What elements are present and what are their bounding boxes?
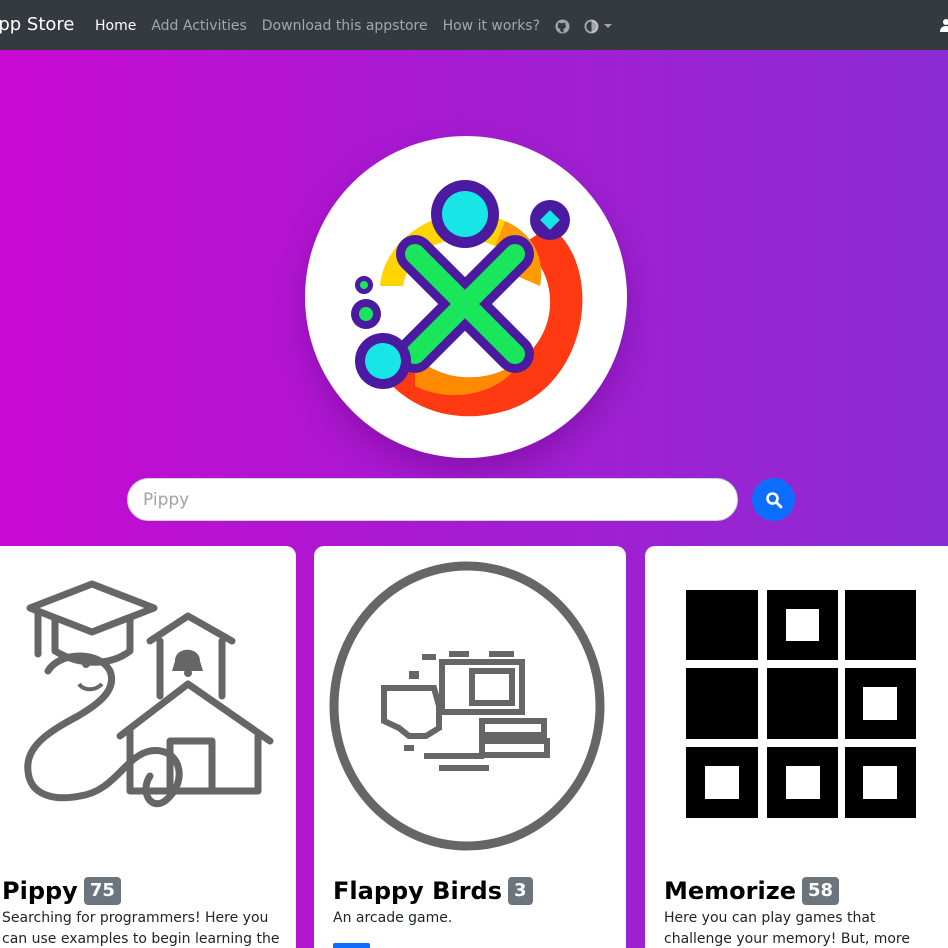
theme-toggle-icon[interactable] [584, 18, 613, 34]
nav-add-activities-link[interactable]: Add Activities [151, 16, 246, 36]
activity-count-badge: 75 [83, 877, 121, 905]
pippy-snake-school-icon [0, 546, 296, 856]
user-icon[interactable] [940, 17, 948, 36]
search-icon [765, 491, 782, 508]
activity-description-pippy: Searching for programmers! Here you can … [2, 910, 280, 947]
nav-how-it-works-link[interactable]: How it works? [443, 16, 540, 36]
search-input[interactable] [127, 478, 738, 521]
search-button[interactable] [752, 478, 795, 521]
sugar-labs-x-logo [305, 136, 627, 458]
nav-home-link[interactable]: Home [95, 16, 136, 36]
chevron-down-icon [604, 24, 613, 28]
activity-title-flappy-birds[interactable]: Flappy Birds 3 [333, 876, 533, 906]
activity-count-badge: 3 [508, 877, 533, 905]
activity-action-button[interactable] [333, 943, 370, 948]
github-icon[interactable] [555, 18, 570, 34]
activity-name: Flappy Birds [333, 877, 502, 905]
flappy-birds-icon [314, 546, 626, 856]
activity-title-pippy[interactable]: Pippy 75 [2, 876, 121, 906]
nav-links: Home Add Activities Download this appsto… [95, 16, 626, 36]
navbar: App Store Home Add Activities Download t… [0, 0, 948, 50]
activity-description-memorize: Here you can play games that challenge y… [664, 910, 910, 947]
nav-download-link[interactable]: Download this appstore [262, 16, 428, 36]
activity-description-flappy-birds: An arcade game. [333, 910, 453, 926]
memorize-grid-icon [645, 546, 948, 856]
activity-name: Pippy [2, 877, 78, 905]
activity-name: Memorize [664, 877, 796, 905]
activity-title-memorize[interactable]: Memorize 58 [664, 876, 840, 906]
navbar-brand[interactable]: App Store [0, 14, 74, 36]
activity-count-badge: 58 [801, 877, 840, 905]
